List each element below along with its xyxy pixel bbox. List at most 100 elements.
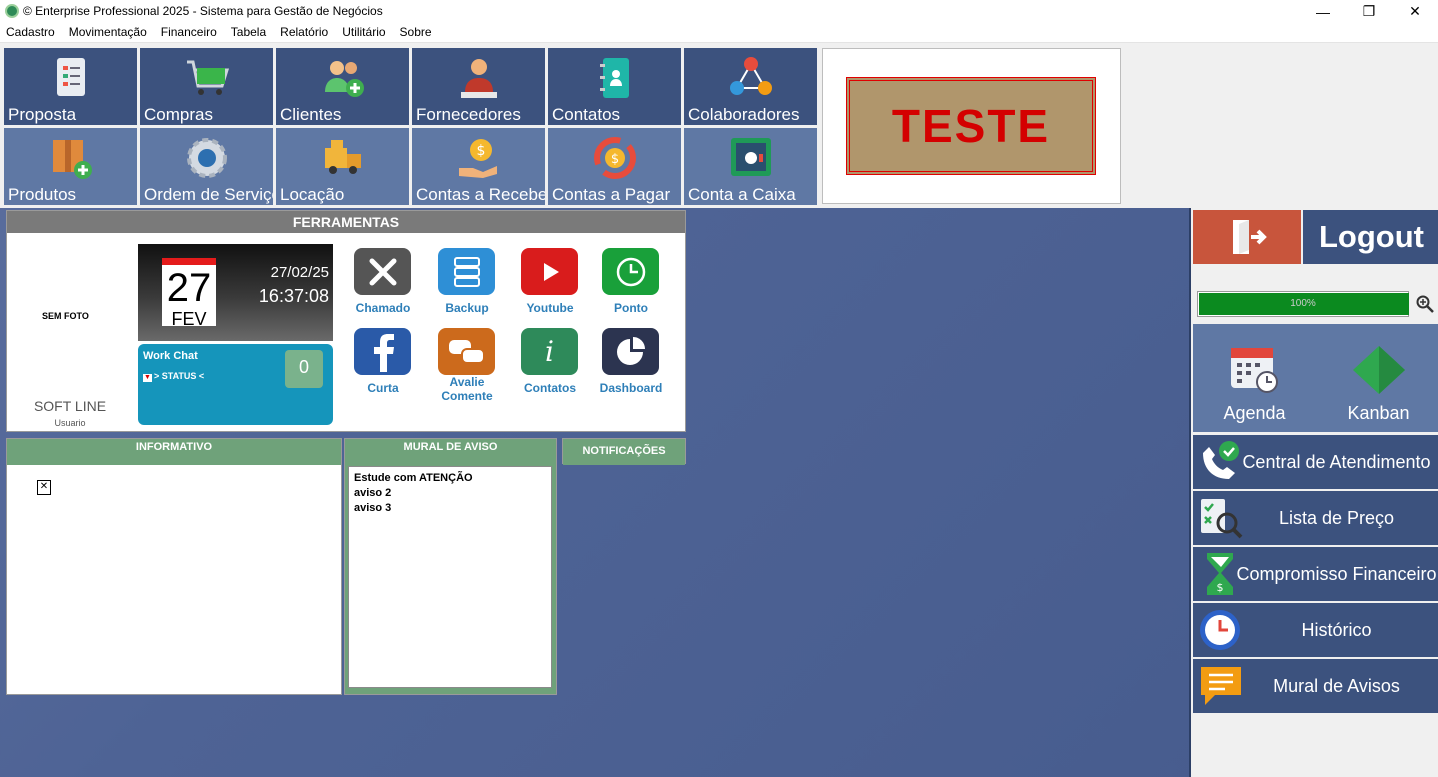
menu-bar: Cadastro Movimentação Financeiro Tabela … <box>0 23 1438 43</box>
menu-sobre[interactable]: Sobre <box>400 23 432 42</box>
mural-list[interactable]: Estude com ATENÇÃO aviso 2 aviso 3 <box>348 466 552 688</box>
receive-money-hand-icon: $ <box>458 139 497 178</box>
database-server-icon <box>438 248 495 295</box>
central-atendimento-button[interactable]: Central de Atendimento <box>1193 435 1438 489</box>
work-chat-widget[interactable]: Work Chat ▼ > STATUS < 0 <box>138 344 333 425</box>
progress-bar: 100% <box>1197 291 1409 317</box>
logout-icon-button[interactable] <box>1193 210 1301 264</box>
kanban-button[interactable]: Kanban <box>1317 324 1438 432</box>
info-icon: i <box>521 328 578 375</box>
quick-actions: Agenda Kanban <box>1193 324 1438 432</box>
tile-label: Contas a Pagar <box>552 185 671 204</box>
mural-avisos-button[interactable]: Mural de Avisos <box>1193 659 1438 713</box>
exit-door-icon <box>1233 220 1267 254</box>
maximize-button[interactable]: ❐ <box>1346 0 1392 23</box>
tile-label: Compras <box>144 105 213 124</box>
notificacoes-panel[interactable]: NOTIFICAÇÕES <box>562 438 686 465</box>
button-label: Compromisso Financeiro <box>1236 564 1437 584</box>
contact-book-icon <box>599 58 629 98</box>
tool-label: Contatos <box>524 381 576 395</box>
agenda-button[interactable]: Agenda <box>1193 324 1316 432</box>
tool-label: Ponto <box>614 301 648 315</box>
broken-image-icon: ✕ <box>37 480 51 495</box>
lista-preco-button[interactable]: Lista de Preço <box>1193 491 1438 545</box>
tile-label: Fornecedores <box>416 105 521 124</box>
tool-backup[interactable]: Backup <box>427 248 507 328</box>
work-chat-count-badge: 0 <box>285 350 323 388</box>
menu-movimentacao[interactable]: Movimentação <box>69 23 147 42</box>
youtube-play-icon <box>521 248 578 295</box>
date-clock-widget: 27 FEV 27/02/25 16:37:08 <box>138 244 333 341</box>
tile-label: Locação <box>280 185 345 204</box>
tile-fornecedores[interactable]: Fornecedores <box>412 48 545 125</box>
tool-avalie-comente[interactable]: Avalie Comente <box>427 328 507 408</box>
facebook-icon <box>354 328 411 375</box>
pay-money-cycle-icon: $ <box>593 137 636 179</box>
current-time: 16:37:08 <box>258 286 329 306</box>
tile-ordem-servico[interactable]: Ordem de Serviço <box>140 128 273 205</box>
menu-cadastro[interactable]: Cadastro <box>6 23 55 42</box>
tile-produtos[interactable]: Produtos <box>4 128 137 205</box>
tool-dashboard[interactable]: Dashboard <box>591 328 671 408</box>
tile-conta-caixa[interactable]: Conta a Caixa <box>684 128 817 205</box>
logout-button[interactable]: Logout <box>1303 210 1438 264</box>
close-button[interactable]: ✕ <box>1392 0 1438 23</box>
tool-ponto[interactable]: Ponto <box>591 248 671 328</box>
user-photo-placeholder[interactable]: SEM FOTO <box>42 311 89 321</box>
work-chat-title: Work Chat <box>143 350 198 362</box>
tool-label: Backup <box>445 301 489 315</box>
tool-label: Youtube <box>526 301 574 315</box>
tile-clientes[interactable]: Clientes <box>276 48 409 125</box>
mural-item: Estude com ATENÇÃO <box>354 472 473 484</box>
mural-item: aviso 2 <box>354 487 392 499</box>
calendar-day: 27 <box>166 266 212 310</box>
svg-text:$: $ <box>610 152 618 167</box>
tile-contas-receber[interactable]: $ Contas a Receber <box>412 128 545 205</box>
menu-financeiro[interactable]: Financeiro <box>161 23 217 42</box>
agenda-label: Agenda <box>1223 403 1286 423</box>
menu-relatorio[interactable]: Relatório <box>280 23 328 42</box>
menu-utilitario[interactable]: Utilitário <box>342 23 385 42</box>
pie-chart-icon <box>602 328 659 375</box>
tool-label: Chamado <box>355 301 411 315</box>
tile-compras[interactable]: Compras <box>140 48 273 125</box>
tile-contas-pagar[interactable]: $ Contas a Pagar <box>548 128 681 205</box>
zoom-icon[interactable] <box>1415 294 1435 314</box>
tile-locacao[interactable]: Locação <box>276 128 409 205</box>
tile-proposta[interactable]: Proposta <box>4 48 137 125</box>
historico-button[interactable]: Histórico <box>1193 603 1438 657</box>
tool-chamado[interactable]: Chamado <box>343 248 423 328</box>
tool-label: Curta <box>367 381 399 395</box>
tool-label: Dashboard <box>599 381 663 395</box>
button-label: Lista de Preço <box>1278 508 1395 528</box>
right-panel: Logout 100% Agenda Kanban Central de Ate… <box>1189 208 1438 777</box>
tile-label: Clientes <box>280 105 342 124</box>
kanban-label: Kanban <box>1347 403 1410 423</box>
tool-youtube[interactable]: Youtube <box>510 248 590 328</box>
svg-text:$: $ <box>476 143 485 159</box>
work-chat-status-text: > STATUS < <box>154 371 205 381</box>
tile-label: Proposta <box>8 105 77 124</box>
mural-title: MURAL DE AVISO <box>345 439 556 465</box>
tile-label: Colaboradores <box>688 105 800 124</box>
tile-label: Contatos <box>552 105 621 124</box>
informativo-title: INFORMATIVO <box>7 439 341 465</box>
menu-tabela[interactable]: Tabela <box>231 23 266 42</box>
shopping-cart-icon <box>186 60 229 95</box>
tool-contatos[interactable]: i Contatos <box>510 328 590 408</box>
tile-label: Conta a Caixa <box>688 185 796 204</box>
mural-panel: MURAL DE AVISO Estude com ATENÇÃO aviso … <box>344 438 557 695</box>
compromisso-financeiro-button[interactable]: $ Compromisso Financeiro <box>1193 547 1438 601</box>
proposal-clipboard-icon <box>56 58 85 96</box>
ferramentas-panel: FERRAMENTAS SEM FOTO SOFT LINE Usuario 2… <box>6 210 686 432</box>
button-label: Mural de Avisos <box>1273 676 1400 696</box>
tile-label: Contas a Receber <box>416 185 545 204</box>
minimize-button[interactable]: — <box>1300 0 1346 23</box>
tile-contatos[interactable]: Contatos <box>548 48 681 125</box>
clock-icon <box>602 248 659 295</box>
window-title: © Enterprise Professional 2025 - Sistema… <box>23 4 383 18</box>
tool-curta[interactable]: Curta <box>343 328 423 408</box>
tools-wrench-icon <box>354 248 411 295</box>
work-chat-status[interactable]: ▼ > STATUS < <box>143 371 204 382</box>
tile-colaboradores[interactable]: Colaboradores <box>684 48 817 125</box>
